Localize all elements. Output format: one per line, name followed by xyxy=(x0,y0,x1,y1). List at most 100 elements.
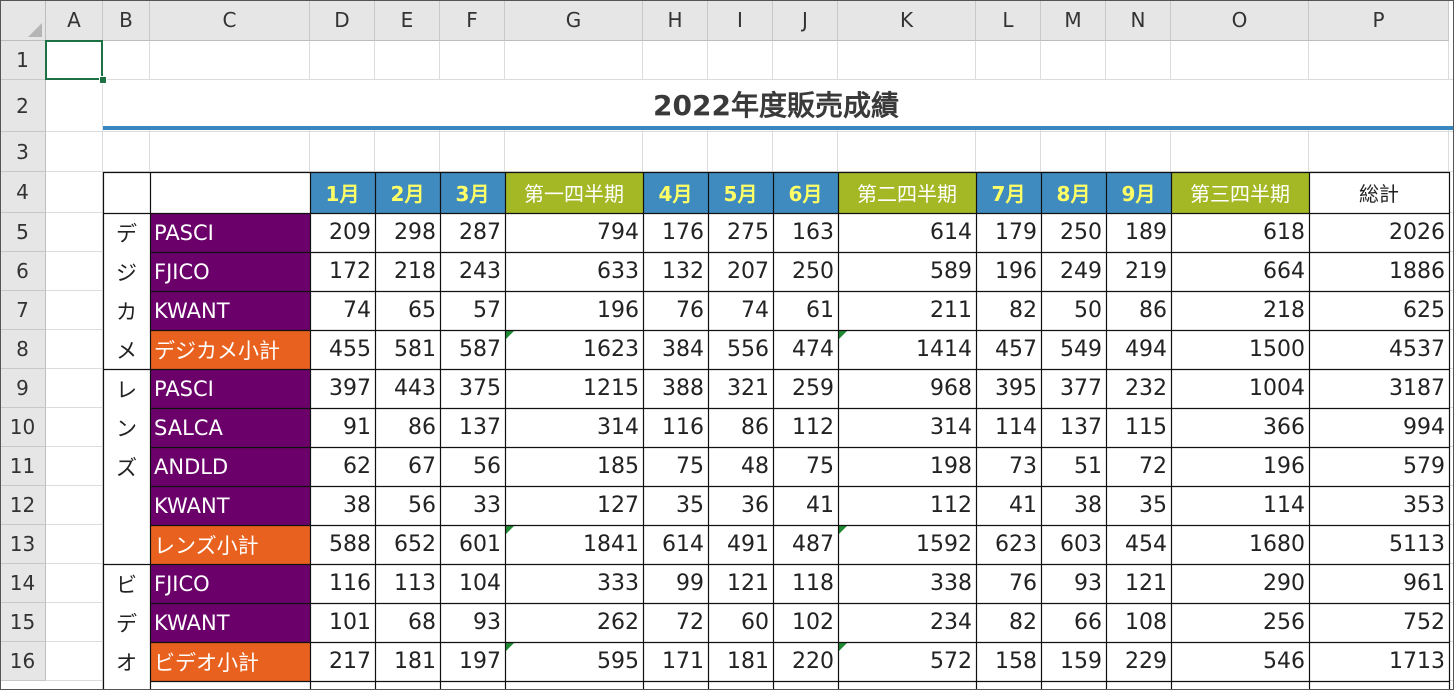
value-cell[interactable]: 181 xyxy=(375,642,440,681)
column-header-l[interactable]: L xyxy=(976,0,1041,41)
value-cell[interactable]: 1886 xyxy=(1309,252,1449,291)
value-cell[interactable]: 159 xyxy=(1041,642,1106,681)
value-cell[interactable]: 56 xyxy=(440,447,505,486)
row-header-7[interactable]: 7 xyxy=(0,291,46,330)
value-cell[interactable]: 219 xyxy=(1106,252,1171,291)
value-cell[interactable]: 232 xyxy=(1106,369,1171,408)
value-cell[interactable]: 794 xyxy=(505,213,643,252)
row-header-15[interactable]: 15 xyxy=(0,603,46,642)
value-cell[interactable]: 587 xyxy=(440,330,505,369)
value-cell[interactable]: 82 xyxy=(976,603,1041,642)
value-cell[interactable]: 256 xyxy=(1171,603,1309,642)
value-cell[interactable]: 121 xyxy=(1106,564,1171,603)
value-cell[interactable]: 115 xyxy=(1106,408,1171,447)
value-cell[interactable]: 1841 xyxy=(505,525,643,564)
value-cell[interactable]: 1592 xyxy=(838,525,976,564)
row-header-3[interactable]: 3 xyxy=(0,132,46,172)
value-cell[interactable]: 127 xyxy=(505,486,643,525)
value-cell[interactable]: 197 xyxy=(440,642,505,681)
value-cell[interactable]: 5113 xyxy=(1309,525,1449,564)
value-cell[interactable]: 137 xyxy=(1041,408,1106,447)
value-cell[interactable]: 218 xyxy=(1171,291,1309,330)
value-cell[interactable]: 625 xyxy=(1309,291,1449,330)
value-cell[interactable]: 72 xyxy=(643,603,708,642)
value-cell[interactable]: 652 xyxy=(375,525,440,564)
value-cell[interactable]: 67 xyxy=(375,447,440,486)
value-cell[interactable]: 243 xyxy=(440,252,505,291)
value-cell[interactable]: 86 xyxy=(1106,291,1171,330)
value-cell[interactable]: 249 xyxy=(1041,252,1106,291)
column-header-g[interactable]: G xyxy=(505,0,643,41)
column-header-c[interactable]: C xyxy=(150,0,310,41)
value-cell[interactable]: 74 xyxy=(708,291,773,330)
value-cell[interactable]: 38 xyxy=(1041,486,1106,525)
value-cell[interactable]: 62 xyxy=(310,447,375,486)
value-cell[interactable]: 137 xyxy=(440,408,505,447)
value-cell[interactable]: 581 xyxy=(375,330,440,369)
value-cell[interactable]: 614 xyxy=(643,525,708,564)
value-cell[interactable]: 163 xyxy=(773,213,838,252)
column-header-i[interactable]: I xyxy=(708,0,773,41)
value-cell[interactable]: 549 xyxy=(1041,330,1106,369)
fill-handle[interactable] xyxy=(99,76,107,84)
value-cell[interactable]: 189 xyxy=(1106,213,1171,252)
value-cell[interactable]: 457 xyxy=(976,330,1041,369)
row-header-9[interactable]: 9 xyxy=(0,369,46,408)
value-cell[interactable]: 588 xyxy=(310,525,375,564)
row-header-8[interactable]: 8 xyxy=(0,330,46,369)
value-cell[interactable]: 114 xyxy=(976,408,1041,447)
column-header-m[interactable]: M xyxy=(1041,0,1106,41)
value-cell[interactable]: 314 xyxy=(505,408,643,447)
value-cell[interactable]: 250 xyxy=(773,252,838,291)
value-cell[interactable]: 207 xyxy=(708,252,773,291)
value-cell[interactable]: 61 xyxy=(773,291,838,330)
value-cell[interactable]: 1500 xyxy=(1171,330,1309,369)
value-cell[interactable]: 664 xyxy=(1171,252,1309,291)
value-cell[interactable]: 388 xyxy=(643,369,708,408)
value-cell[interactable]: 73 xyxy=(976,447,1041,486)
value-cell[interactable]: 218 xyxy=(375,252,440,291)
value-cell[interactable]: 375 xyxy=(440,369,505,408)
value-cell[interactable]: 113 xyxy=(375,564,440,603)
value-cell[interactable]: 41 xyxy=(976,486,1041,525)
value-cell[interactable]: 116 xyxy=(310,564,375,603)
value-cell[interactable]: 589 xyxy=(838,252,976,291)
value-cell[interactable]: 353 xyxy=(1309,486,1449,525)
active-cell-a1[interactable] xyxy=(45,40,103,80)
value-cell[interactable]: 91 xyxy=(310,408,375,447)
value-cell[interactable]: 38 xyxy=(310,486,375,525)
row-header-5[interactable]: 5 xyxy=(0,213,46,252)
row-header-13[interactable]: 13 xyxy=(0,525,46,564)
value-cell[interactable]: 75 xyxy=(773,447,838,486)
value-cell[interactable]: 60 xyxy=(708,603,773,642)
value-cell[interactable]: 104 xyxy=(440,564,505,603)
value-cell[interactable]: 4537 xyxy=(1309,330,1449,369)
value-cell[interactable]: 1623 xyxy=(505,330,643,369)
value-cell[interactable]: 172 xyxy=(310,252,375,291)
value-cell[interactable]: 86 xyxy=(708,408,773,447)
column-header-k[interactable]: K xyxy=(838,0,976,41)
value-cell[interactable]: 487 xyxy=(773,525,838,564)
value-cell[interactable]: 82 xyxy=(976,291,1041,330)
value-cell[interactable]: 179 xyxy=(976,213,1041,252)
value-cell[interactable]: 377 xyxy=(1041,369,1106,408)
value-cell[interactable]: 211 xyxy=(838,291,976,330)
value-cell[interactable]: 76 xyxy=(976,564,1041,603)
value-cell[interactable]: 556 xyxy=(708,330,773,369)
value-cell[interactable]: 287 xyxy=(440,213,505,252)
value-cell[interactable]: 51 xyxy=(1041,447,1106,486)
value-cell[interactable]: 1004 xyxy=(1171,369,1309,408)
value-cell[interactable]: 298 xyxy=(375,213,440,252)
value-cell[interactable]: 234 xyxy=(838,603,976,642)
value-cell[interactable]: 633 xyxy=(505,252,643,291)
column-header-h[interactable]: H xyxy=(643,0,708,41)
value-cell[interactable]: 338 xyxy=(838,564,976,603)
column-header-d[interactable]: D xyxy=(310,0,375,41)
row-header-12[interactable]: 12 xyxy=(0,486,46,525)
value-cell[interactable]: 961 xyxy=(1309,564,1449,603)
row-header-1[interactable]: 1 xyxy=(0,41,46,80)
value-cell[interactable]: 209 xyxy=(310,213,375,252)
value-cell[interactable]: 601 xyxy=(440,525,505,564)
value-cell[interactable]: 1680 xyxy=(1171,525,1309,564)
value-cell[interactable]: 217 xyxy=(310,642,375,681)
